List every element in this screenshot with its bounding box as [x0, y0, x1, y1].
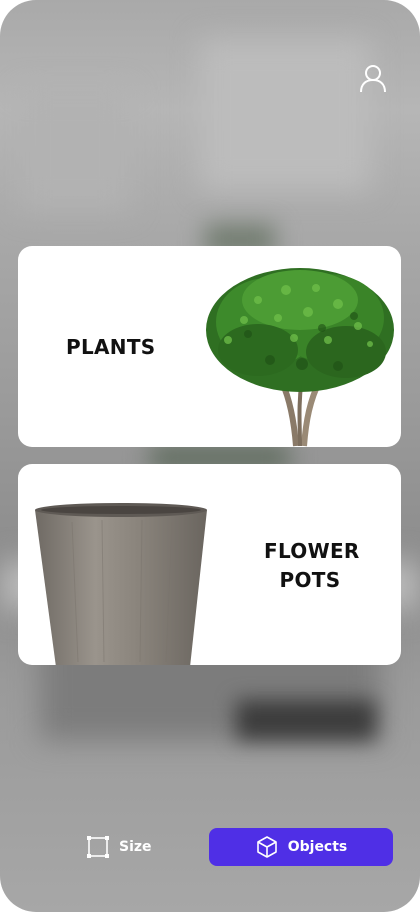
- tree-image: [206, 268, 394, 447]
- user-icon: [360, 65, 386, 93]
- size-button[interactable]: Size: [86, 832, 186, 862]
- size-label: Size: [119, 839, 152, 855]
- background-blur: [20, 90, 130, 210]
- resize-frame-icon: [87, 836, 109, 858]
- card-title-line: FLOWER: [264, 539, 360, 563]
- objects-button[interactable]: Objects: [209, 828, 393, 866]
- card-title: PLANTS: [66, 335, 156, 359]
- profile-button[interactable]: [356, 61, 390, 95]
- category-card-plants[interactable]: PLANTS: [18, 246, 401, 447]
- background-blur: [236, 700, 376, 740]
- category-card-flower-pots[interactable]: FLOWER POTS: [18, 464, 401, 665]
- app-screen: PLANTS FLOWER POTS Size Objects: [0, 0, 420, 912]
- pot-image: [35, 503, 207, 665]
- card-title-line: POTS: [279, 568, 341, 592]
- bottom-toolbar: Size Objects: [0, 822, 420, 872]
- objects-label: Objects: [287, 839, 348, 855]
- background-blur: [200, 40, 370, 190]
- card-title: FLOWER POTS: [264, 537, 360, 595]
- cube-icon: [256, 836, 277, 858]
